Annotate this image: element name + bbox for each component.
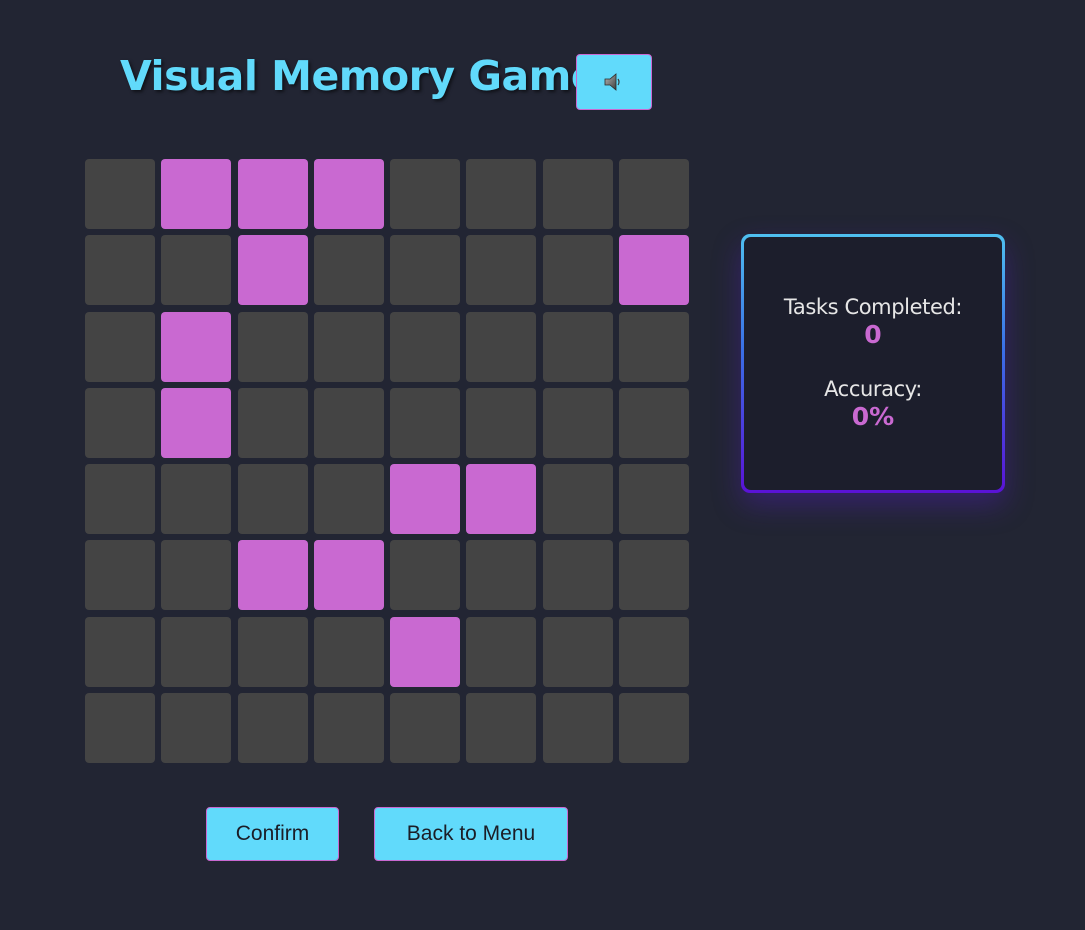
confirm-button[interactable]: Confirm — [206, 807, 339, 861]
grid-cell[interactable] — [390, 159, 461, 229]
speaker-muted-icon — [604, 73, 620, 91]
grid-cell[interactable] — [466, 235, 537, 306]
page-title: Visual Memory Game — [120, 52, 599, 100]
grid-cell[interactable] — [619, 616, 690, 687]
game-page: Visual Memory Game Tasks Completed: 0 Ac… — [0, 0, 1085, 930]
grid-cell[interactable] — [619, 540, 690, 611]
grid-cell[interactable] — [161, 540, 232, 611]
grid-cell[interactable] — [619, 387, 690, 458]
grid-cell[interactable] — [237, 616, 308, 687]
grid-cell[interactable] — [161, 693, 232, 764]
memory-grid — [85, 159, 690, 764]
grid-cell[interactable] — [542, 464, 613, 535]
accuracy-label: Accuracy: — [824, 377, 922, 401]
stats-panel: Tasks Completed: 0 Accuracy: 0% — [741, 234, 1005, 493]
grid-cell[interactable] — [85, 693, 155, 764]
grid-cell[interactable] — [466, 159, 537, 229]
grid-cell[interactable] — [619, 464, 690, 535]
grid-cell[interactable] — [619, 311, 690, 382]
grid-cell[interactable] — [390, 540, 461, 611]
grid-cell[interactable] — [237, 693, 308, 764]
tasks-completed-label: Tasks Completed: — [783, 295, 963, 319]
grid-cell-highlighted[interactable] — [161, 159, 232, 229]
grid-cell-highlighted[interactable] — [237, 159, 308, 229]
grid-cell[interactable] — [85, 464, 155, 535]
grid-cell[interactable] — [542, 159, 613, 229]
grid-cell-highlighted[interactable] — [237, 540, 308, 611]
back-to-menu-button[interactable]: Back to Menu — [374, 807, 568, 861]
sound-toggle-button[interactable] — [576, 54, 652, 110]
grid-cell[interactable] — [313, 616, 384, 687]
grid-cell-highlighted[interactable] — [313, 540, 384, 611]
grid-cell[interactable] — [466, 693, 537, 764]
grid-cell[interactable] — [313, 311, 384, 382]
grid-cell[interactable] — [237, 387, 308, 458]
tasks-completed-value: 0 — [864, 320, 882, 349]
grid-cell-highlighted[interactable] — [390, 616, 461, 687]
accuracy-value: 0% — [851, 402, 895, 431]
grid-cell[interactable] — [619, 693, 690, 764]
grid-cell[interactable] — [161, 235, 232, 306]
grid-cell[interactable] — [85, 159, 155, 229]
grid-cell[interactable] — [313, 464, 384, 535]
grid-cell[interactable] — [237, 464, 308, 535]
grid-cell[interactable] — [237, 311, 308, 382]
grid-cell[interactable] — [161, 464, 232, 535]
grid-cell[interactable] — [85, 387, 155, 458]
grid-cell[interactable] — [542, 693, 613, 764]
grid-cell[interactable] — [161, 616, 232, 687]
grid-cell[interactable] — [390, 387, 461, 458]
grid-cell[interactable] — [85, 616, 155, 687]
grid-cell-highlighted[interactable] — [237, 235, 308, 306]
grid-cell[interactable] — [466, 311, 537, 382]
grid-cell[interactable] — [542, 311, 613, 382]
grid-cell[interactable] — [390, 693, 461, 764]
grid-cell-highlighted[interactable] — [313, 159, 384, 229]
grid-cell-highlighted[interactable] — [619, 235, 690, 306]
grid-cell[interactable] — [390, 235, 461, 306]
grid-cell[interactable] — [466, 616, 537, 687]
grid-cell[interactable] — [313, 235, 384, 306]
grid-cell[interactable] — [85, 311, 155, 382]
grid-cell-highlighted[interactable] — [161, 311, 232, 382]
grid-cell-highlighted[interactable] — [161, 387, 232, 458]
grid-cell[interactable] — [466, 540, 537, 611]
grid-cell[interactable] — [466, 387, 537, 458]
grid-cell[interactable] — [542, 616, 613, 687]
grid-cell[interactable] — [542, 387, 613, 458]
grid-cell[interactable] — [542, 235, 613, 306]
grid-cell-highlighted[interactable] — [466, 464, 537, 535]
grid-cell[interactable] — [542, 540, 613, 611]
grid-cell-highlighted[interactable] — [390, 464, 461, 535]
grid-cell[interactable] — [619, 159, 690, 229]
grid-cell[interactable] — [85, 540, 155, 611]
grid-cell[interactable] — [85, 235, 155, 306]
grid-cell[interactable] — [313, 693, 384, 764]
grid-cell[interactable] — [313, 387, 384, 458]
grid-cell[interactable] — [390, 311, 461, 382]
